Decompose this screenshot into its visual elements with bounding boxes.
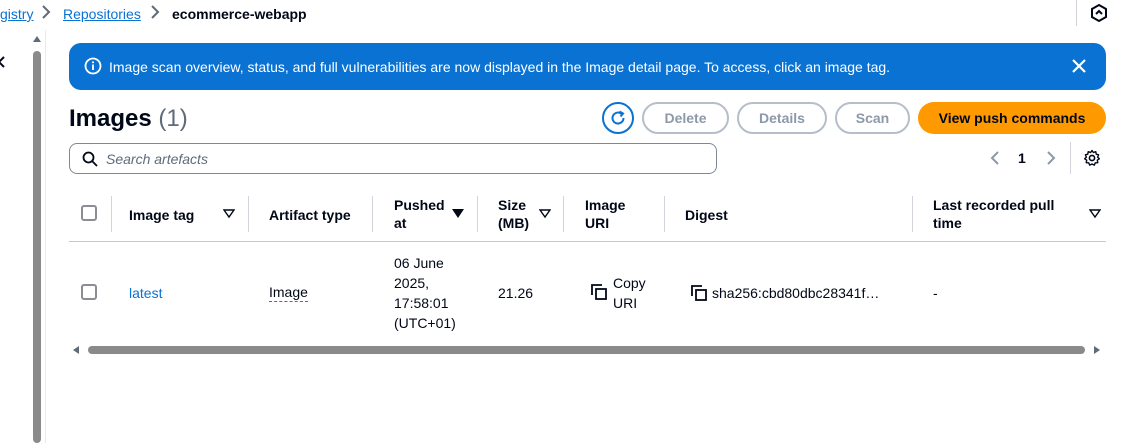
column-separator [912,196,913,232]
sort-caret-icon[interactable] [1089,209,1101,219]
delete-button[interactable]: Delete [642,102,729,134]
pagination-divider [1070,142,1071,174]
info-icon [84,57,102,75]
col-size-line2: (MB) [498,215,530,231]
search-icon [82,151,98,167]
breadcrumb-current: ecommerce-webapp [172,6,307,22]
scroll-right-icon[interactable] [1094,346,1100,354]
column-separator [563,196,564,232]
divider [45,30,46,443]
row-checkbox[interactable] [81,284,97,300]
scroll-up-icon[interactable] [33,36,41,42]
refresh-button[interactable] [602,102,634,134]
breadcrumb-registry-link[interactable]: gistry [0,6,33,22]
banner-message: Image scan overview, status, and full vu… [109,59,891,75]
column-separator [111,196,112,232]
copy-icon[interactable] [691,285,707,301]
col-uri-line2: URI [585,215,610,231]
chevron-right-icon[interactable] [1044,150,1058,166]
col-last-pull-line1: Last recorded pull [933,197,1055,213]
pushed-at-line: 06 June [394,255,444,271]
artifact-type-value[interactable]: Image [269,283,308,302]
col-size[interactable]: Size (MB) [498,196,529,232]
settings-icon[interactable] [1083,149,1101,167]
page-number[interactable]: 1 [1018,150,1026,166]
copy-uri-line: URI [613,295,638,311]
select-all-checkbox[interactable] [81,205,97,221]
info-banner: Image scan overview, status, and full vu… [69,43,1106,90]
sort-caret-icon[interactable] [223,209,235,219]
close-icon[interactable] [1070,57,1088,75]
view-push-commands-button[interactable]: View push commands [918,102,1106,134]
horizontal-scrollbar-thumb[interactable] [88,346,1085,354]
vertical-scrollbar[interactable] [32,36,42,443]
column-separator [372,196,373,232]
col-pushed-at-line1: Pushed [394,197,445,213]
table-header-divider [69,241,1106,242]
title-text: Images [69,105,152,132]
search-input[interactable] [106,148,706,169]
col-uri-line1: Image [585,197,626,213]
top-right-icon[interactable] [1089,3,1109,23]
pushed-at-line: 17:58:01 [394,295,449,311]
image-tag-link[interactable]: latest [129,283,162,303]
column-separator [664,196,665,232]
col-size-line1: Size [498,197,527,213]
chevron-left-icon[interactable] [988,150,1002,166]
scan-button[interactable]: Scan [835,102,910,134]
search-box[interactable] [69,143,717,174]
col-image-tag[interactable]: Image tag [129,206,194,224]
col-last-pull-line2: time [933,215,962,231]
refresh-icon [611,110,625,125]
size-value: 21.26 [498,285,534,301]
pushed-at-line: (UTC+01) [394,315,456,331]
last-pull-value: - [933,285,938,301]
chevron-right-icon [42,5,51,19]
column-separator [248,196,249,232]
col-pushed-at-line2: at [394,215,407,231]
pushed-at-value: 06 June 2025, 17:58:01 (UTC+01) [394,253,456,333]
title-count: (1) [158,105,188,132]
scroll-left-icon[interactable] [73,346,79,354]
col-digest: Digest [685,207,728,223]
column-separator [477,196,478,232]
digest-value: sha256:cbd80dbc28341f… [712,285,880,301]
copy-uri-line: Copy [613,275,646,291]
breadcrumb-repositories-link[interactable]: Repositories [63,6,141,22]
col-pushed-at[interactable]: Pushed at [394,196,445,232]
details-button[interactable]: Details [737,102,827,134]
close-icon[interactable] [0,56,6,70]
copy-icon [591,284,607,300]
page-title: Images (1) [69,105,188,133]
col-last-pull[interactable]: Last recorded pull time [933,196,1054,232]
col-image-uri: Image URI [585,196,625,232]
chevron-right-icon [151,5,160,19]
breadcrumb: gistry Repositories ecommerce-webapp [0,0,1130,30]
pushed-at-line: 2025, [394,275,430,291]
topbar-divider [1076,0,1077,26]
sort-caret-icon[interactable] [539,209,551,219]
col-artifact-type[interactable]: Artifact type [269,206,351,224]
scrollbar-thumb[interactable] [33,51,41,443]
sort-caret-icon[interactable] [452,209,464,219]
copy-uri-label[interactable]: Copy URI [613,273,646,313]
